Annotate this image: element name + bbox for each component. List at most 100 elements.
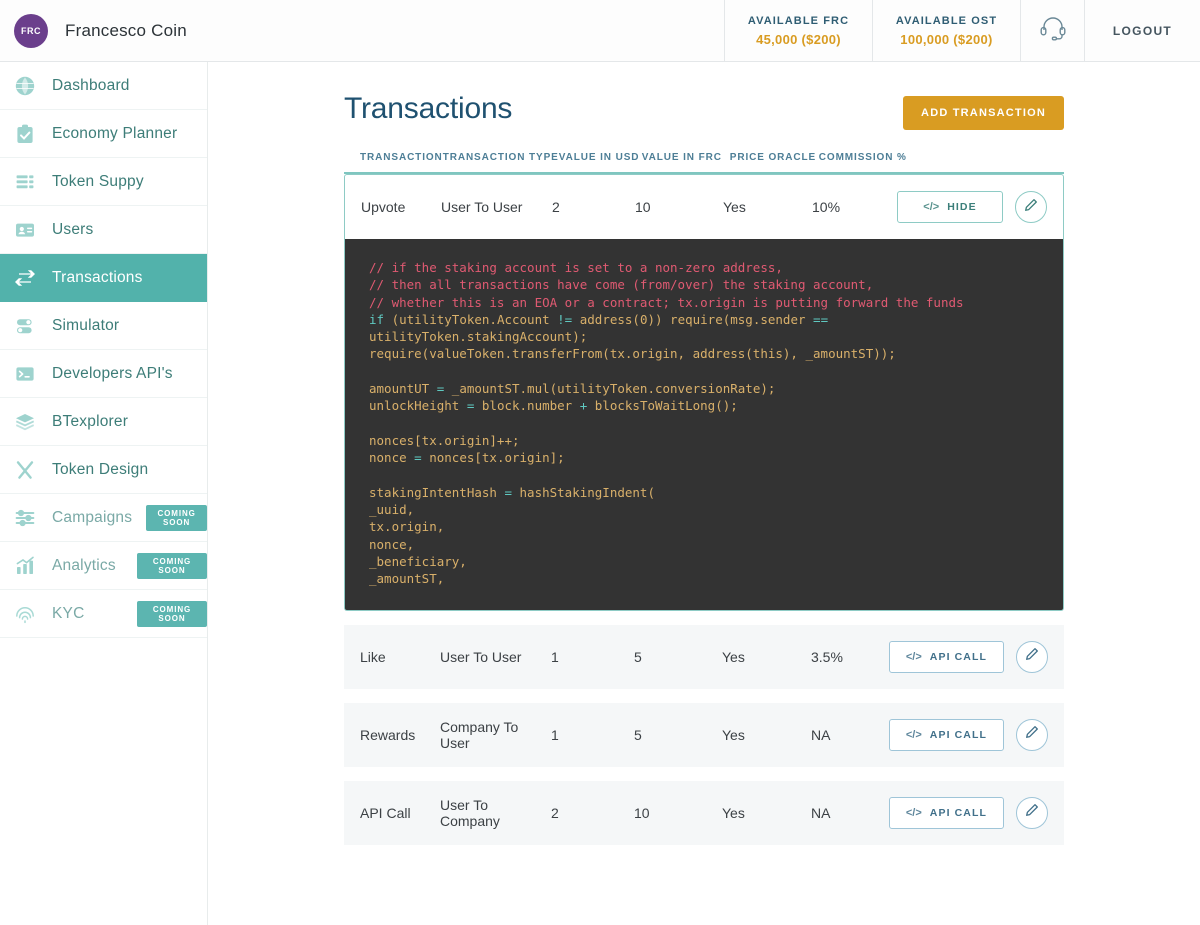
- column-header-transaction-type: TRANSACTION TYPE: [442, 152, 559, 163]
- cell-price-oracle: Yes: [722, 726, 745, 743]
- column-header-transaction: TRANSACTION: [360, 152, 443, 163]
- edit-transaction-button[interactable]: [1015, 191, 1047, 223]
- sidebar-item-kyc[interactable]: KYC COMING SOON: [0, 590, 207, 638]
- balance-ost-value: 100,000 ($200): [900, 31, 993, 47]
- sidebar-item-token-suppy[interactable]: Token Suppy: [0, 158, 207, 206]
- cell-price-oracle: Yes: [722, 804, 745, 821]
- sidebar-item-label: Campaigns: [52, 508, 133, 526]
- table-row[interactable]: Upvote User To User 2 10 Yes 10% </> HID…: [344, 174, 1064, 239]
- cell-price-oracle: Yes: [722, 648, 745, 665]
- transaction-row-card: Upvote User To User 2 10 Yes 10% </> HID…: [344, 174, 1064, 611]
- api-call-button[interactable]: </> API CALL: [888, 796, 1004, 829]
- cell-value-in-frc: 5: [634, 648, 642, 665]
- balance-ost[interactable]: AVAILABLE OST 100,000 ($200): [872, 0, 1020, 61]
- api-call-button-label: API CALL: [929, 650, 987, 663]
- cell-value-in-usd: 1: [551, 726, 559, 743]
- transaction-row-card: Like User To User 1 5 Yes 3.5% </> API C…: [344, 624, 1064, 689]
- sidebar-item-dashboard[interactable]: Dashboard: [0, 62, 207, 110]
- title-row: Transactions ADD TRANSACTION: [344, 92, 1064, 130]
- headset-icon: [1038, 14, 1068, 47]
- pencil-icon: [1025, 803, 1039, 822]
- terminal-icon: [12, 361, 38, 387]
- cell-value-in-frc: 10: [635, 199, 651, 215]
- header-spacer: [340, 0, 724, 61]
- code-snippet: // if the staking account is set to a no…: [344, 239, 1064, 611]
- brand: FRC Francesco Coin: [0, 0, 340, 61]
- cell-transaction-type: User To Company: [440, 796, 500, 829]
- sidebar-item-token-design[interactable]: Token Design: [0, 446, 207, 494]
- code-brackets-icon: </>: [905, 650, 922, 663]
- sidebar-item-btexplorer[interactable]: BTexplorer: [0, 398, 207, 446]
- balance-frc-value: 45,000 ($200): [756, 31, 841, 47]
- hide-code-button[interactable]: </> HIDE: [897, 191, 1003, 223]
- sidebar-item-economy-planner[interactable]: Economy Planner: [0, 110, 207, 158]
- coming-soon-badge: COMING SOON: [137, 552, 207, 579]
- coming-soon-badge: COMING SOON: [137, 600, 207, 627]
- logout-button[interactable]: LOGOUT: [1084, 0, 1200, 61]
- api-call-button[interactable]: </> API CALL: [888, 640, 1004, 673]
- cell-transaction-type: Company To User: [440, 718, 519, 751]
- sidebar-item-label: Economy Planner: [52, 124, 178, 142]
- table-row[interactable]: Rewards Company To User 1 5 Yes NA </> A…: [344, 702, 1064, 767]
- clipboard-check-icon: [12, 121, 38, 147]
- sliders-icon: [12, 505, 38, 531]
- edit-transaction-button[interactable]: [1016, 640, 1048, 673]
- api-call-button-label: API CALL: [929, 728, 987, 741]
- cell-commission: 3.5%: [811, 648, 843, 665]
- column-header-value-in-frc: VALUE IN FRC: [641, 152, 722, 163]
- cell-transaction: API Call: [360, 804, 411, 821]
- avatar: FRC: [14, 13, 48, 48]
- cell-price-oracle: Yes: [723, 199, 746, 215]
- sidebar-item-label: Dashboard: [52, 76, 130, 94]
- cell-value-in-frc: 5: [634, 726, 642, 743]
- bar-chart-icon: [12, 553, 38, 579]
- edit-transaction-button[interactable]: [1016, 796, 1048, 829]
- edit-transaction-button[interactable]: [1016, 718, 1048, 751]
- code-brackets-icon: </>: [905, 806, 922, 819]
- add-transaction-button[interactable]: ADD TRANSACTION: [903, 96, 1064, 130]
- support-button[interactable]: [1020, 0, 1084, 61]
- sidebar-item-transactions[interactable]: Transactions: [0, 254, 207, 302]
- transaction-row-card: Rewards Company To User 1 5 Yes NA </> A…: [344, 702, 1064, 767]
- cell-transaction-type: User To User: [440, 648, 522, 665]
- sidebar-item-label: Simulator: [52, 316, 120, 334]
- sidebar-item-analytics[interactable]: Analytics COMING SOON: [0, 542, 207, 590]
- transaction-row-card: API Call User To Company 2 10 Yes NA </>…: [344, 780, 1064, 845]
- balance-ost-label: AVAILABLE OST: [895, 14, 998, 27]
- sidebar-item-label: BTexplorer: [52, 412, 129, 430]
- column-header-price-oracle: PRICE ORACLE: [729, 152, 817, 163]
- cell-transaction: Upvote: [361, 199, 406, 215]
- toggles-icon: [12, 313, 38, 339]
- compass-pen-icon: [12, 457, 38, 483]
- sidebar-item-simulator[interactable]: Simulator: [0, 302, 207, 350]
- cell-transaction: Like: [360, 648, 386, 665]
- globe-icon: [12, 73, 38, 99]
- brand-name: Francesco Coin: [65, 20, 187, 40]
- server-stack-icon: [12, 169, 38, 195]
- sidebar-item-label: Developers API's: [52, 364, 173, 382]
- column-header-commission: COMMISSION %: [818, 152, 907, 163]
- sidebar-item-label: Token Suppy: [52, 172, 144, 190]
- pencil-icon: [1025, 647, 1039, 666]
- sidebar-item-campaigns[interactable]: Campaigns COMING SOON: [0, 494, 207, 542]
- table-row[interactable]: Like User To User 1 5 Yes 3.5% </> API C…: [344, 624, 1064, 689]
- sidebar-item-label: KYC: [52, 604, 85, 622]
- pencil-icon: [1025, 725, 1039, 744]
- column-header-value-in-usd: VALUE IN USD: [558, 152, 640, 163]
- cell-value-in-usd: 2: [551, 804, 559, 821]
- api-call-button[interactable]: </> API CALL: [888, 718, 1004, 751]
- page-title: Transactions: [344, 92, 513, 125]
- balance-frc-label: AVAILABLE FRC: [747, 14, 850, 27]
- main-content: Transactions ADD TRANSACTION TRANSACTION…: [208, 62, 1200, 925]
- cell-commission: NA: [811, 804, 831, 821]
- cell-value-in-frc: 10: [634, 804, 650, 821]
- id-card-icon: [12, 217, 38, 243]
- hide-code-button-label: HIDE: [947, 201, 977, 213]
- sidebar-item-label: Users: [52, 220, 94, 238]
- balance-frc[interactable]: AVAILABLE FRC 45,000 ($200): [724, 0, 872, 61]
- table-row[interactable]: API Call User To Company 2 10 Yes NA </>…: [344, 780, 1064, 845]
- sidebar-item-users[interactable]: Users: [0, 206, 207, 254]
- table-header: TRANSACTION TRANSACTION TYPE VALUE IN US…: [344, 152, 1064, 174]
- sidebar-item-developers-apis[interactable]: Developers API's: [0, 350, 207, 398]
- fingerprint-icon: [12, 601, 38, 627]
